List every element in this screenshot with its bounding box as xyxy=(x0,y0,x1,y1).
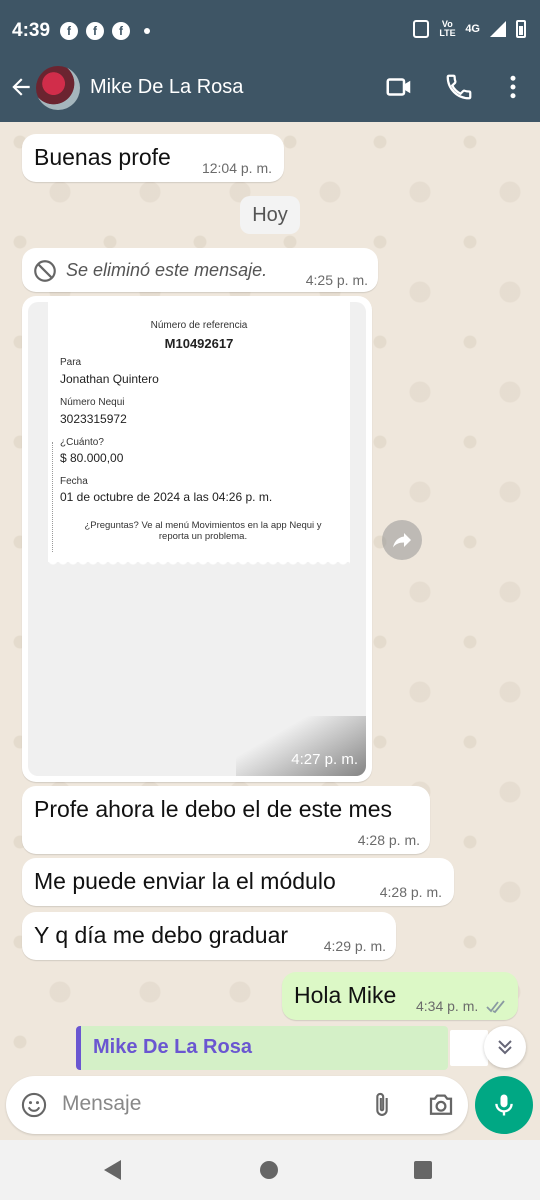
double-check-icon xyxy=(486,1000,505,1014)
receipt-help-text: ¿Preguntas? Ve al menú Movimientos en la… xyxy=(84,520,322,542)
message-time: 4:27 p. m. xyxy=(291,751,358,768)
message-text: Buenas profe xyxy=(34,144,171,170)
more-notifications-dot-icon xyxy=(144,28,150,34)
system-nav-bar xyxy=(0,1140,540,1200)
receipt-date-value: 01 de octubre de 2024 a las 04:26 p. m. xyxy=(60,490,273,504)
receipt-ref-label: Número de referencia xyxy=(150,320,248,331)
battery-icon xyxy=(516,20,526,38)
message-time: 12:04 p. m. xyxy=(201,160,272,176)
message-composer[interactable]: Mensaje xyxy=(6,1076,468,1134)
network-label: 4G xyxy=(465,23,480,35)
message-time: 4:29 p. m. xyxy=(323,938,386,954)
scroll-down-button[interactable] xyxy=(484,1026,526,1068)
receipt-ref-value: M10492617 xyxy=(164,336,234,351)
chat-area[interactable]: Buenas profe 12:04 p. m. Hoy Se eliminó … xyxy=(0,122,540,1077)
receipt-image: Número de referencia M10492617 Para Jona… xyxy=(48,302,350,570)
avatar[interactable] xyxy=(36,66,80,110)
receipt-to-label: Para xyxy=(60,357,82,368)
message-text: Hola Mike xyxy=(294,982,397,1008)
facebook-icon: f xyxy=(60,22,78,40)
video-call-icon[interactable] xyxy=(384,72,414,102)
nav-home-icon[interactable] xyxy=(260,1161,278,1179)
camera-icon[interactable] xyxy=(426,1090,456,1120)
reply-preview[interactable]: Mike De La Rosa xyxy=(76,1026,488,1070)
vibrate-icon xyxy=(413,20,430,38)
receipt-side-strip xyxy=(52,442,58,552)
receipt-num-value: 3023315972 xyxy=(60,412,127,426)
message-time: 4:28 p. m. xyxy=(379,884,442,900)
day-separator: Hoy xyxy=(240,196,300,234)
forward-icon[interactable] xyxy=(382,520,422,560)
receipt-amount-value: $ 80.000,00 xyxy=(60,451,124,465)
message-time: 4:28 p. m. xyxy=(357,832,420,848)
status-bar: 4:39 f f f Vo LTE 4G xyxy=(0,0,540,159)
message-text: Me puede enviar la el módulo xyxy=(34,868,336,894)
system-icons: Vo LTE 4G xyxy=(413,20,526,38)
receipt-edge xyxy=(48,560,350,570)
status-time: 4:39 xyxy=(12,20,51,41)
receipt-amount-label: ¿Cuánto? xyxy=(60,437,104,448)
message-deleted[interactable]: Se eliminó este mensaje. 4:25 p. m. xyxy=(22,248,378,292)
nav-recents-icon[interactable] xyxy=(414,1161,432,1179)
message-incoming[interactable]: Me puede enviar la el módulo 4:28 p. m. xyxy=(22,858,454,906)
blocked-icon xyxy=(34,260,56,282)
message-image[interactable]: Número de referencia M10492617 Para Jona… xyxy=(22,296,372,782)
message-incoming[interactable]: Y q día me debo graduar 4:29 p. m. xyxy=(22,912,396,960)
contact-name[interactable]: Mike De La Rosa xyxy=(90,76,243,99)
message-input-placeholder[interactable]: Mensaje xyxy=(62,1092,141,1116)
message-time: 4:34 p. m. xyxy=(416,998,479,1014)
receipt-num-label: Número Nequi xyxy=(60,397,125,408)
attach-icon[interactable] xyxy=(368,1090,396,1120)
phone-icon[interactable] xyxy=(444,72,474,102)
mic-icon xyxy=(495,1094,513,1116)
reply-thumbnail xyxy=(450,1030,488,1066)
chat-header: Mike De La Rosa xyxy=(0,54,540,122)
more-options-icon[interactable] xyxy=(498,72,528,102)
reply-preview-name: Mike De La Rosa xyxy=(93,1036,252,1058)
message-time: 4:25 p. m. xyxy=(305,272,368,288)
chevron-down-icon xyxy=(498,1040,512,1055)
message-incoming[interactable]: Buenas profe 12:04 p. m. xyxy=(22,134,284,182)
message-text: Profe ahora le debo el de este mes xyxy=(34,796,393,822)
message-outgoing[interactable]: Hola Mike 4:34 p. m. xyxy=(282,972,518,1020)
facebook-icon: f xyxy=(112,22,130,40)
signal-icon xyxy=(490,21,506,37)
back-arrow-icon[interactable] xyxy=(8,74,34,100)
facebook-icon: f xyxy=(86,22,104,40)
nav-back-icon[interactable] xyxy=(104,1160,121,1180)
receipt-to-value: Jonathan Quintero xyxy=(60,372,159,386)
message-text: Y q día me debo graduar xyxy=(34,922,289,948)
receipt-date-label: Fecha xyxy=(60,476,88,487)
volte-label: Vo LTE xyxy=(439,19,456,38)
message-text: Se eliminó este mensaje. xyxy=(66,260,268,280)
emoji-icon[interactable] xyxy=(20,1091,48,1119)
mic-button[interactable] xyxy=(475,1076,533,1134)
message-incoming[interactable]: Profe ahora le debo el de este mes 4:28 … xyxy=(22,786,430,854)
notification-icons: f f f xyxy=(60,22,150,159)
image-frame[interactable]: Número de referencia M10492617 Para Jona… xyxy=(28,302,366,776)
